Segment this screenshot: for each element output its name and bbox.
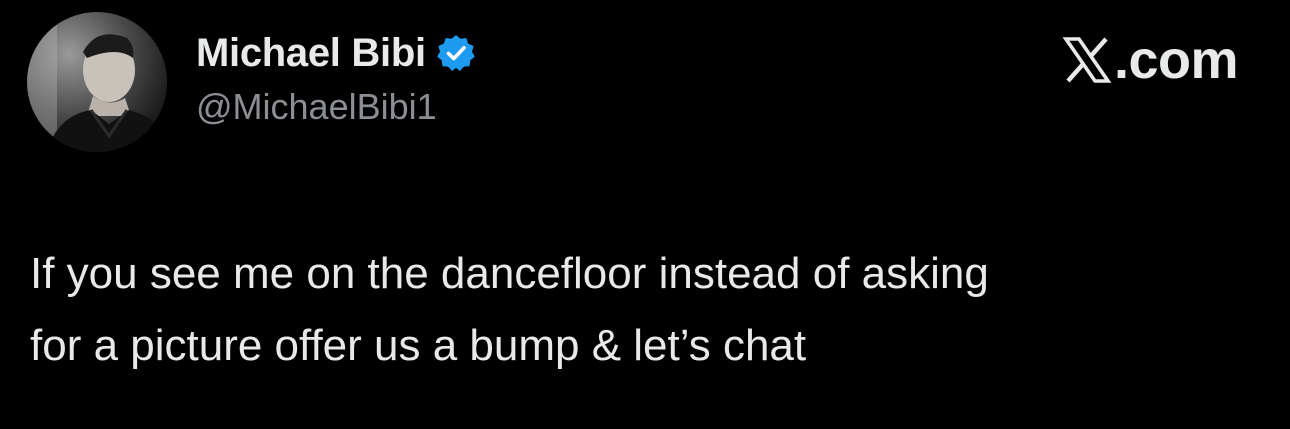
tweet-card: Michael Bibi @MichaelBibi1 .com If you s…	[0, 0, 1290, 429]
tweet-text-line: for a picture offer us a bump & let’s ch…	[30, 321, 807, 370]
display-name[interactable]: Michael Bibi	[196, 31, 426, 76]
user-handle[interactable]: @MichaelBibi1	[196, 86, 476, 128]
tweet-text-line: If you see me on the dancefloor instead …	[30, 249, 989, 298]
tweet-text: If you see me on the dancefloor instead …	[30, 238, 1250, 382]
profile-photo-icon	[27, 12, 167, 152]
x-logo-icon	[1062, 35, 1112, 85]
verified-badge-icon	[436, 33, 476, 73]
avatar[interactable]	[27, 12, 167, 152]
name-row: Michael Bibi	[196, 30, 476, 76]
brand-watermark: .com	[1062, 30, 1239, 90]
brand-domain-suffix: .com	[1113, 30, 1239, 90]
author-block: Michael Bibi @MichaelBibi1	[196, 30, 476, 128]
